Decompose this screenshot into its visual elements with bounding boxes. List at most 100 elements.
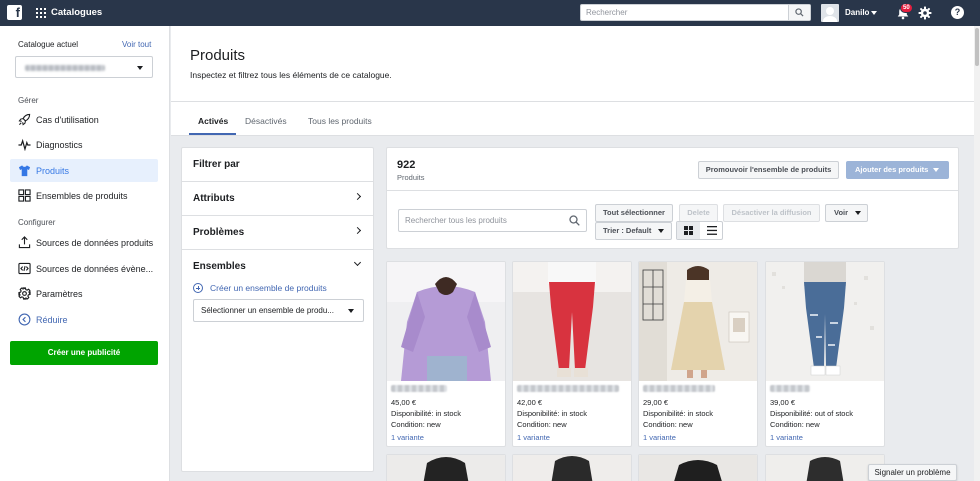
filter-problems-label: Problèmes — [193, 227, 245, 238]
product-price: 29,00 € — [643, 398, 669, 407]
scrollbar-thumb[interactable] — [975, 28, 979, 66]
list-view-icon — [706, 226, 717, 235]
product-name-redacted — [517, 385, 619, 392]
rocket-icon — [18, 113, 31, 126]
page-title: Produits — [190, 47, 246, 64]
active-tab-indicator — [189, 133, 236, 135]
chevron-down-icon[interactable] — [871, 11, 877, 15]
sidebar-collapse-button[interactable]: Réduire — [10, 308, 158, 331]
product-image — [387, 262, 505, 381]
create-ad-button[interactable]: Créer une publicité — [10, 341, 158, 365]
filter-sets-label: Ensembles — [193, 261, 246, 272]
page-scrollbar[interactable] — [974, 26, 980, 481]
product-card[interactable]: 29,00 € Disponibilité: in stock Conditio… — [638, 261, 758, 447]
product-image — [639, 455, 757, 481]
sidebar-item-label: Sources de données produits — [36, 237, 154, 248]
page-header: Produits Inspectez et filtrez tous les é… — [171, 26, 975, 136]
promote-set-button[interactable]: Promouvoir l'ensemble de produits — [698, 161, 839, 179]
global-search — [580, 4, 811, 21]
product-image — [766, 455, 884, 481]
facebook-logo-icon[interactable]: f — [7, 5, 22, 20]
sidebar-item-event-data-sources[interactable]: Sources de données évène... — [10, 257, 158, 280]
product-card[interactable] — [638, 454, 758, 481]
product-card[interactable] — [386, 454, 506, 481]
filter-sets[interactable]: Ensembles — [182, 249, 373, 282]
product-variant-link[interactable]: 1 variante — [517, 433, 550, 442]
sidebar-item-diagnostics[interactable]: Diagnostics — [10, 133, 158, 156]
sidebar-item-label: Paramètres — [36, 288, 83, 299]
pulse-icon — [18, 138, 31, 151]
tab-activated[interactable]: Activés — [198, 116, 228, 126]
product-set-select[interactable]: Sélectionner un ensemble de produ... — [193, 299, 364, 322]
current-catalog-label: Catalogue actuel — [18, 40, 79, 49]
settings-gear-icon[interactable] — [918, 6, 932, 20]
divider — [387, 190, 958, 191]
tab-all-products[interactable]: Tous les produits — [308, 116, 372, 126]
create-set-label: Créer un ensemble de produits — [210, 283, 327, 293]
upload-icon — [18, 236, 31, 249]
filter-panel: Filtrer par Attributs Problèmes Ensemble… — [181, 147, 374, 472]
sort-label: Trier : Default — [603, 226, 652, 235]
notification-badge: 50 — [900, 3, 913, 13]
add-products-button[interactable]: Ajouter des produits — [846, 161, 949, 179]
product-card[interactable] — [765, 454, 885, 481]
product-variant-link[interactable]: 1 variante — [643, 433, 676, 442]
collapse-left-icon — [18, 313, 31, 326]
sidebar-item-settings[interactable]: Paramètres — [10, 282, 158, 305]
product-image — [639, 262, 757, 381]
product-card[interactable]: 45,00 € Disponibilité: in stock Conditio… — [386, 261, 506, 447]
catalog-selector[interactable] — [15, 56, 153, 78]
report-problem-button[interactable]: Signaler un problème — [868, 464, 957, 481]
product-search-input[interactable] — [399, 210, 564, 231]
tab-deactivated[interactable]: Désactivés — [245, 116, 287, 126]
search-icon — [795, 8, 804, 17]
gear-icon — [18, 287, 31, 300]
product-image — [387, 455, 505, 481]
sidebar-item-product-sets[interactable]: Ensembles de produits — [10, 184, 158, 207]
manage-section-label: Gérer — [18, 96, 39, 105]
plus-circle-icon — [193, 283, 203, 293]
search-button[interactable] — [788, 5, 810, 20]
product-card[interactable] — [512, 454, 632, 481]
product-image — [513, 455, 631, 481]
create-product-set-link[interactable]: Créer un ensemble de produits — [193, 283, 327, 293]
sidebar-item-product-data-sources[interactable]: Sources de données produits — [10, 231, 158, 254]
product-card[interactable]: 39,00 € Disponibilité: out of stock Cond… — [765, 261, 885, 447]
product-card[interactable]: 42,00 € Disponibilité: in stock Conditio… — [512, 261, 632, 447]
disable-delivery-button[interactable]: Désactiver la diffusion — [723, 204, 820, 222]
select-all-button[interactable]: Tout sélectionner — [595, 204, 673, 222]
chevron-down-icon — [137, 66, 143, 70]
list-view-button[interactable] — [700, 222, 723, 239]
product-variant-link[interactable]: 1 variante — [770, 433, 803, 442]
see-all-link[interactable]: Voir tout — [122, 40, 151, 49]
app-name[interactable]: Catalogues — [51, 7, 102, 18]
view-dropdown-button[interactable]: Voir — [825, 204, 868, 222]
sidebar-item-products[interactable]: Produits — [10, 159, 158, 182]
sidebar-item-label: Produits — [36, 165, 70, 176]
code-icon — [18, 262, 31, 275]
grid-view-button[interactable] — [677, 222, 700, 239]
delete-button[interactable]: Delete — [679, 204, 718, 222]
product-condition: Condition: new — [391, 420, 441, 429]
global-search-input[interactable] — [581, 5, 789, 20]
product-image — [513, 262, 631, 381]
sidebar-item-use-cases[interactable]: Cas d'utilisation — [10, 108, 158, 131]
view-label: Voir — [834, 208, 849, 217]
help-icon[interactable]: ? — [951, 6, 964, 19]
apps-grid-icon[interactable] — [36, 8, 46, 18]
sidebar-item-label: Sources de données évène... — [36, 263, 154, 274]
sort-dropdown-button[interactable]: Trier : Default — [595, 222, 672, 240]
grid-icon — [18, 189, 31, 202]
product-price: 45,00 € — [391, 398, 417, 407]
sidebar-item-label: Diagnostics — [36, 139, 83, 150]
product-count-label: Produits — [397, 173, 425, 182]
filter-title: Filtrer par — [193, 159, 240, 170]
filter-attributes[interactable]: Attributs — [182, 181, 373, 215]
product-variant-link[interactable]: 1 variante — [391, 433, 424, 442]
user-avatar[interactable] — [821, 4, 839, 22]
page-subtitle: Inspectez et filtrez tous les éléments d… — [190, 70, 392, 80]
user-name[interactable]: Danilo — [845, 8, 869, 17]
sidebar-item-label: Cas d'utilisation — [36, 114, 99, 125]
search-icon[interactable] — [569, 215, 580, 226]
filter-problems[interactable]: Problèmes — [182, 215, 373, 249]
